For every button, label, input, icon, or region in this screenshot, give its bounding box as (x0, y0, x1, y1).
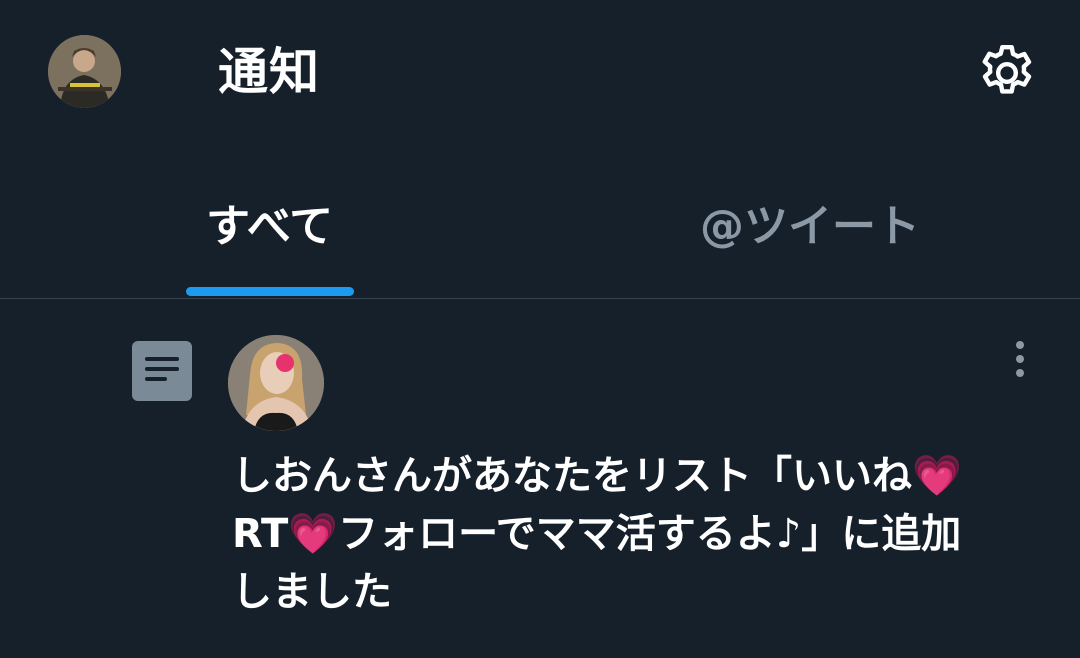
active-tab-indicator (186, 287, 354, 296)
more-vertical-icon[interactable] (1004, 339, 1036, 379)
page-title: 通知 (218, 43, 320, 101)
tab-all[interactable]: すべて (206, 197, 333, 257)
list-icon (132, 341, 192, 401)
app-header: 通知 (0, 0, 1080, 145)
notification-item[interactable]: しおんさんがあなたをリスト「いいね💗RT💗フォローでママ活するよ♪」に追加しまし… (0, 299, 1080, 658)
notification-text: しおんさんがあなたをリスト「いいね💗RT💗フォローでママ活するよ♪」に追加しまし… (232, 453, 962, 615)
tab-mentions[interactable]: @ツイート (700, 197, 920, 257)
profile-avatar[interactable] (48, 35, 121, 108)
user-avatar[interactable] (228, 335, 324, 431)
gear-icon[interactable] (974, 40, 1040, 106)
tab-bar: すべて @ツイート (0, 175, 1080, 299)
